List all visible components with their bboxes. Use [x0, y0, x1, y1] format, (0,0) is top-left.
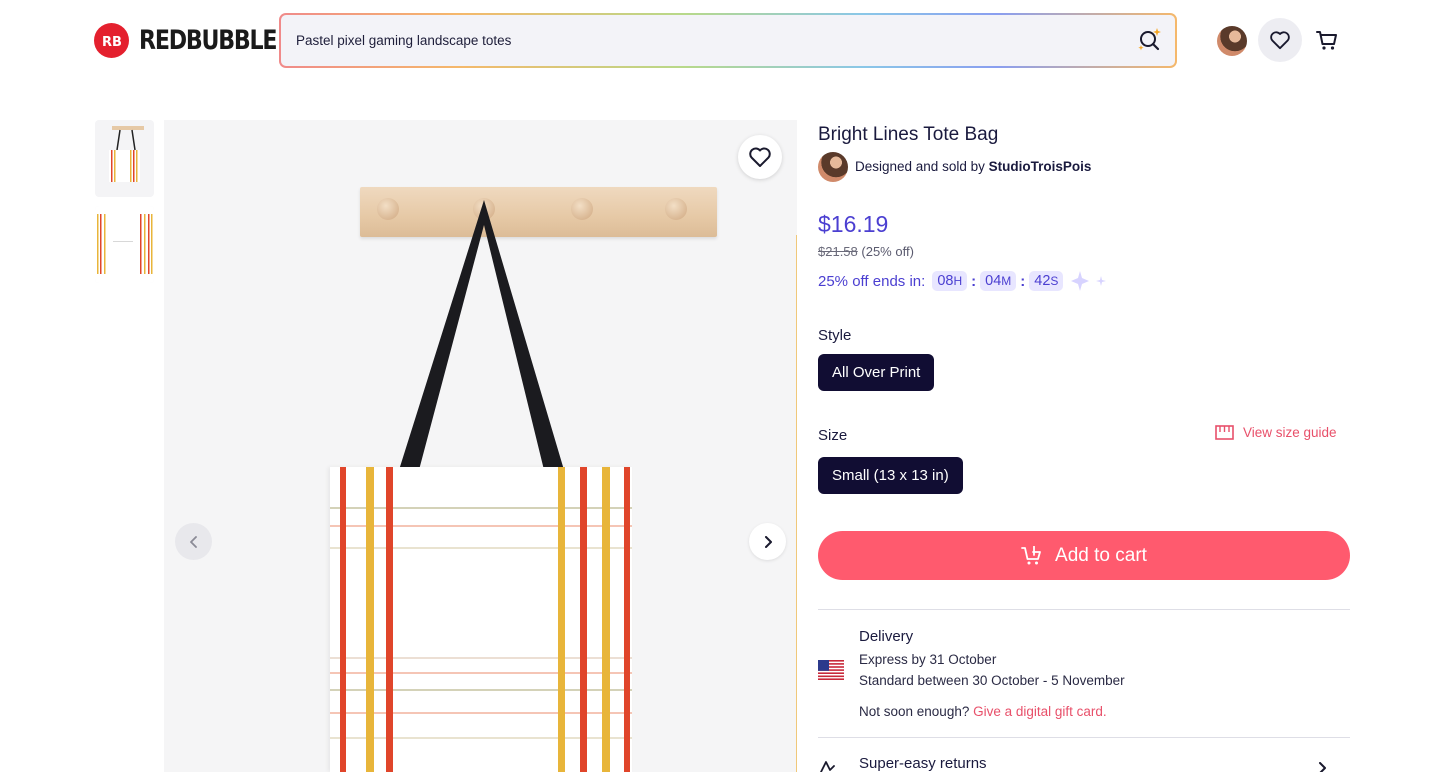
chevron-left-icon — [189, 535, 197, 548]
add-to-cart-button[interactable]: Add to cart — [818, 531, 1350, 580]
current-price: $16.19 — [818, 211, 889, 237]
size-guide-label: View size guide — [1243, 425, 1337, 440]
search-input[interactable]: Pastel pixel gaming landscape totes — [296, 33, 511, 48]
cart-icon[interactable] — [1314, 27, 1340, 53]
view-size-guide-link[interactable]: View size guide — [1215, 425, 1337, 440]
delivery-express: Express by 31 October — [859, 652, 997, 667]
style-option-selected[interactable]: All Over Print — [818, 354, 935, 391]
favorite-button[interactable] — [738, 135, 782, 179]
seller-line: Designed and sold by StudioTroisPois — [855, 159, 1091, 174]
add-cart-icon — [1021, 545, 1041, 564]
countdown-minutes: 04M — [980, 271, 1017, 291]
seller-prefix: Designed and sold by — [855, 159, 985, 174]
ruler-icon — [1215, 425, 1234, 440]
chevron-right-icon[interactable] — [1317, 762, 1327, 772]
sale-countdown: 25% off ends in: 08H : 04M : 42S — [818, 270, 1109, 292]
original-price-line: $21.58 (25% off) — [818, 244, 914, 259]
search-sparkle-icon[interactable] — [1135, 25, 1163, 53]
not-soon-text: Not soon enough? — [859, 704, 970, 719]
returns-icon — [820, 761, 835, 772]
redbubble-logo-icon: RB — [94, 23, 129, 58]
seller-avatar[interactable] — [818, 152, 848, 182]
discount-percent: (25% off) — [861, 244, 914, 259]
delivery-standard: Standard between 30 October - 5 November — [859, 673, 1125, 688]
tote-bag — [330, 467, 632, 772]
us-flag-icon — [818, 660, 844, 680]
delivery-gift-line: Not soon enough? Give a digital gift car… — [859, 704, 1107, 719]
column-divider — [796, 235, 797, 772]
user-avatar[interactable] — [1217, 26, 1247, 56]
size-option-selected[interactable]: Small (13 x 13 in) — [818, 457, 963, 494]
original-price: $21.58 — [818, 244, 858, 259]
countdown-seconds: 42S — [1029, 271, 1064, 291]
size-label: Size — [818, 427, 848, 444]
product-title: Bright Lines Tote Bag — [818, 124, 999, 145]
countdown-hours: 08H — [932, 271, 968, 291]
logo-text: REDBUBBLE — [139, 25, 278, 56]
chevron-right-icon — [764, 535, 772, 548]
add-to-cart-label: Add to cart — [1055, 544, 1147, 566]
sparkle-icon — [1071, 271, 1107, 291]
product-image — [164, 120, 797, 772]
style-label: Style — [818, 327, 852, 344]
delivery-title: Delivery — [859, 628, 914, 645]
heart-icon — [749, 147, 771, 167]
divider — [818, 737, 1350, 738]
countdown-label: 25% off ends in: — [818, 272, 926, 290]
bag-strap — [399, 200, 564, 470]
svg-text:RB: RB — [102, 35, 122, 49]
divider — [818, 609, 1350, 610]
heart-icon — [1270, 31, 1290, 50]
returns-title[interactable]: Super-easy returns — [859, 755, 987, 772]
next-image-button[interactable] — [749, 523, 786, 560]
thumbnail-1[interactable] — [95, 120, 154, 197]
favorites-button[interactable] — [1258, 18, 1302, 62]
gift-card-link[interactable]: Give a digital gift card. — [973, 704, 1107, 719]
previous-image-button[interactable] — [175, 523, 212, 560]
search-bar[interactable]: Pastel pixel gaming landscape totes — [279, 13, 1177, 68]
thumbnail-2[interactable] — [95, 206, 154, 283]
seller-name-link[interactable]: StudioTroisPois — [989, 159, 1092, 174]
logo[interactable]: RB REDBUBBLE — [94, 23, 306, 58]
